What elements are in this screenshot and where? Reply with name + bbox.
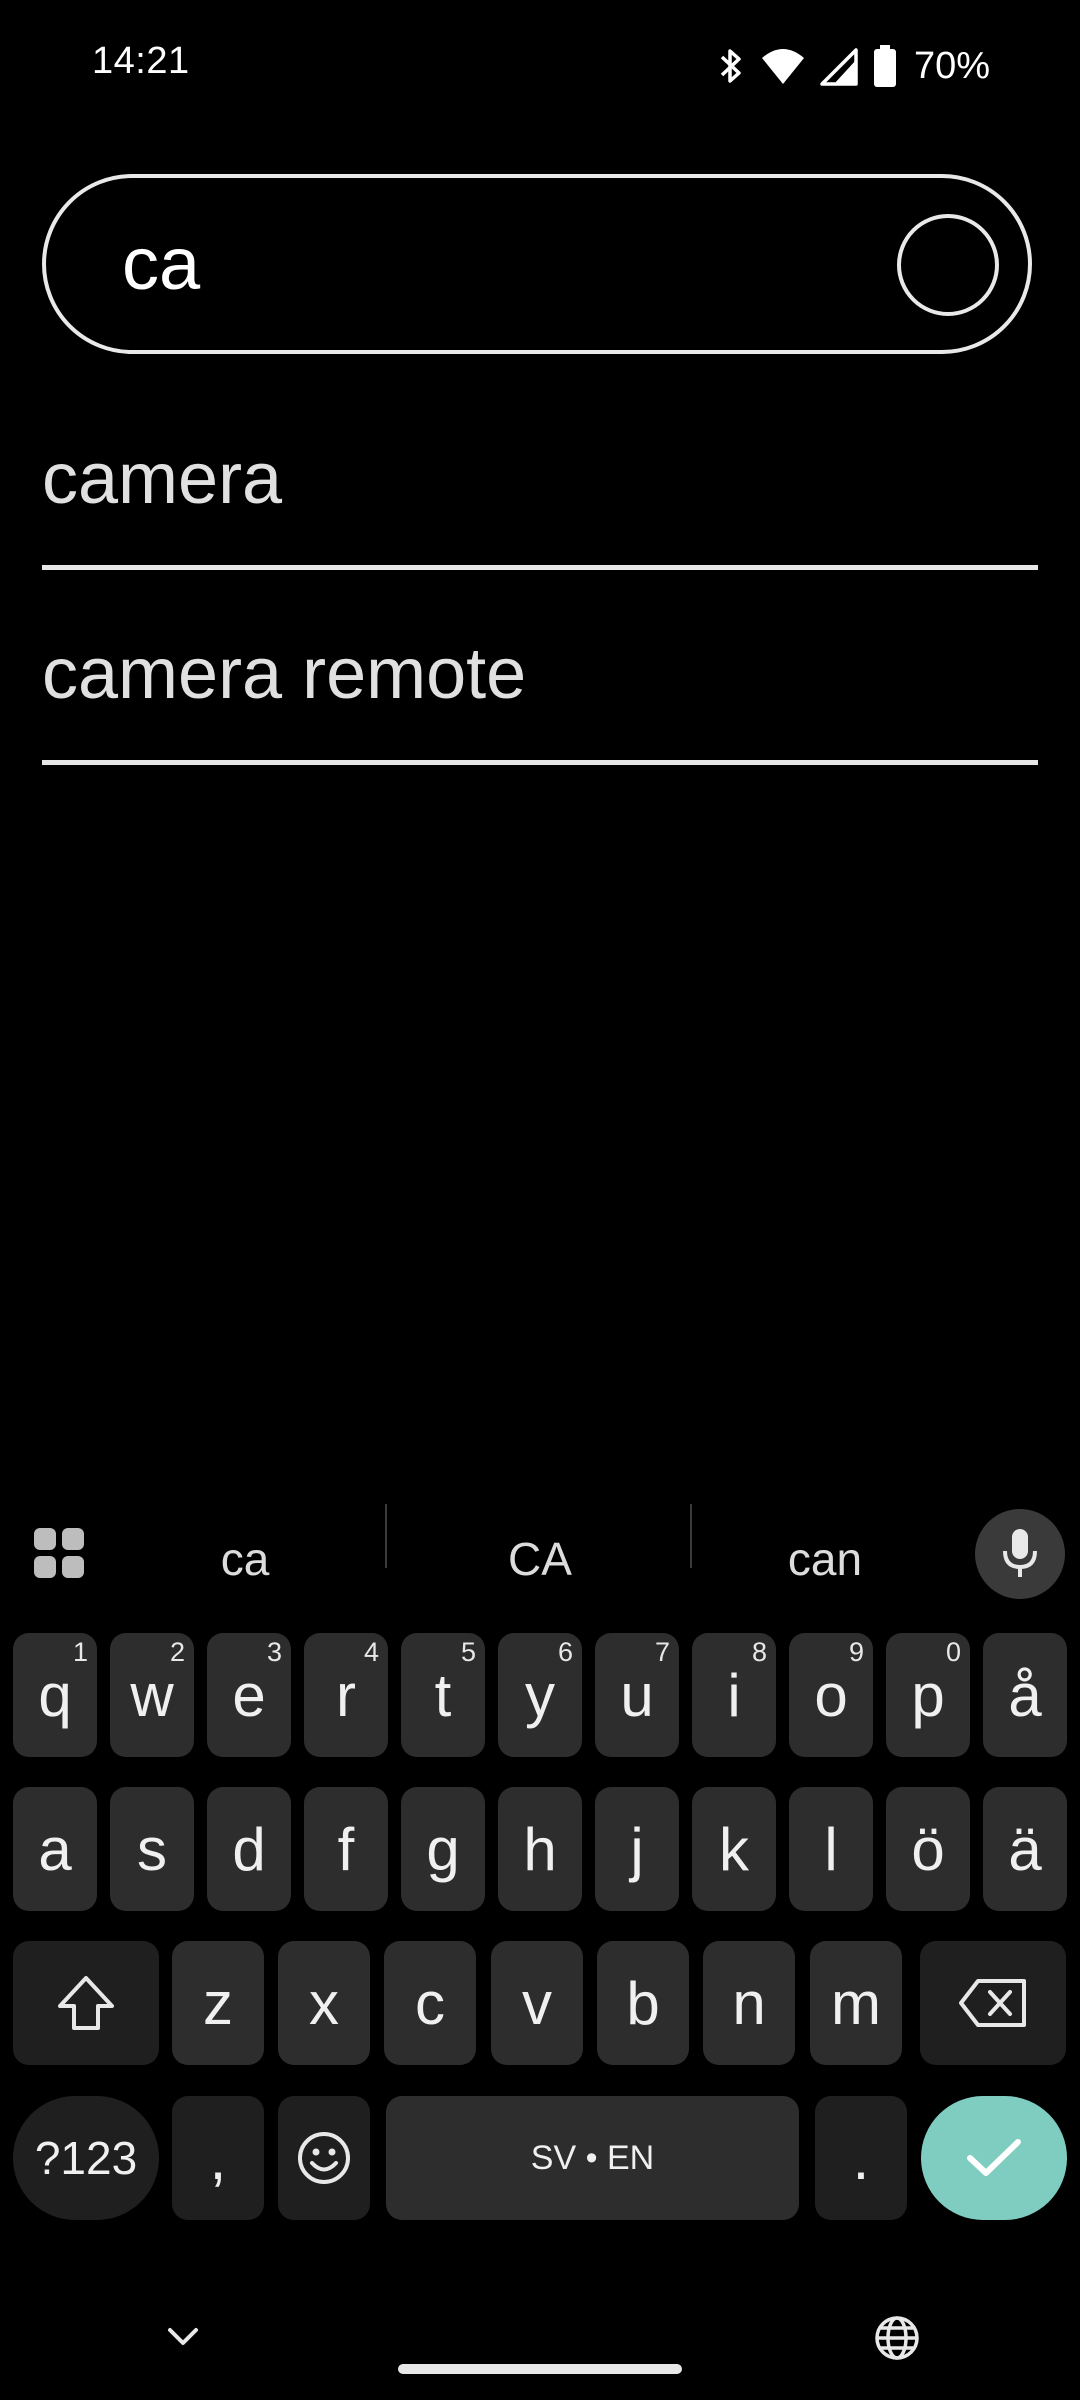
key-q[interactable]: q1	[13, 1633, 97, 1757]
enter-key[interactable]	[921, 2096, 1067, 2220]
key-hint: 7	[654, 1637, 670, 1667]
search-action-button[interactable]	[897, 214, 999, 316]
key-hint: 8	[751, 1637, 767, 1667]
bluetooth-icon	[720, 49, 741, 83]
mic-button[interactable]	[975, 1509, 1065, 1599]
key-l[interactable]: l	[789, 1787, 873, 1911]
key-j[interactable]: j	[595, 1787, 679, 1911]
keyboard: ca CA can q1 w2 e3 r4 t5 y6 u7 i8 o9 p0 …	[0, 1484, 1080, 2400]
key-h[interactable]: h	[498, 1787, 582, 1911]
suggestion-divider	[690, 1504, 692, 1568]
key-a-ring[interactable]: å	[983, 1633, 1067, 1757]
key-hint: 2	[169, 1637, 185, 1667]
emoji-key[interactable]	[278, 2096, 370, 2220]
status-icons: 70%	[716, 40, 990, 92]
suggestion-2[interactable]: CA	[420, 1524, 660, 1594]
backspace-key[interactable]	[920, 1941, 1066, 2065]
key-label: o	[814, 1661, 848, 1729]
navigation-handle[interactable]	[398, 2364, 682, 2374]
wifi-icon	[761, 49, 804, 84]
key-y[interactable]: y6	[498, 1633, 582, 1757]
key-b[interactable]: b	[597, 1941, 689, 2065]
key-v[interactable]: v	[491, 1941, 583, 2065]
key-o-umlaut[interactable]: ö	[886, 1787, 970, 1911]
key-t[interactable]: t5	[401, 1633, 485, 1757]
key-label: i	[727, 1661, 741, 1729]
key-label: p	[911, 1661, 945, 1729]
suggestion-3[interactable]: can	[710, 1524, 940, 1594]
suggestion-divider	[385, 1504, 387, 1568]
status-time: 14:21	[92, 40, 190, 82]
key-o[interactable]: o9	[789, 1633, 873, 1757]
key-c[interactable]: c	[384, 1941, 476, 2065]
search-input[interactable]	[122, 178, 902, 350]
shift-icon	[58, 1976, 114, 2030]
key-label: w	[130, 1661, 174, 1729]
key-f[interactable]: f	[304, 1787, 388, 1911]
key-d[interactable]: d	[207, 1787, 291, 1911]
emoji-icon	[298, 2132, 350, 2184]
key-p[interactable]: p0	[886, 1633, 970, 1757]
key-i[interactable]: i8	[692, 1633, 776, 1757]
backspace-icon	[959, 1979, 1026, 2027]
check-icon	[967, 2139, 1021, 2176]
chevron-down-icon[interactable]	[166, 2326, 200, 2348]
key-label: t	[434, 1661, 452, 1729]
key-a[interactable]: a	[13, 1787, 97, 1911]
key-e[interactable]: e3	[207, 1633, 291, 1757]
key-r[interactable]: r4	[304, 1633, 388, 1757]
key-hint: 4	[363, 1637, 379, 1667]
shift-key[interactable]	[13, 1941, 159, 2065]
globe-icon[interactable]	[873, 2314, 921, 2362]
key-hint: 0	[945, 1637, 961, 1667]
key-label: r	[336, 1661, 356, 1729]
key-label: e	[232, 1661, 266, 1729]
key-hint: 1	[72, 1637, 88, 1667]
space-key[interactable]: SV • EN	[386, 2096, 799, 2220]
period-key[interactable]: .	[815, 2096, 907, 2220]
key-hint: 6	[557, 1637, 573, 1667]
result-label: camera	[42, 439, 283, 519]
battery-percent: 70%	[913, 44, 990, 87]
key-label: u	[620, 1661, 654, 1729]
symbols-key[interactable]: ?123	[13, 2096, 159, 2220]
result-item-camera-remote[interactable]: camera remote	[42, 575, 1038, 765]
key-label: q	[38, 1661, 72, 1729]
key-a-umlaut[interactable]: ä	[983, 1787, 1067, 1911]
comma-key[interactable]: ,	[172, 2096, 264, 2220]
key-u[interactable]: u7	[595, 1633, 679, 1757]
result-item-camera[interactable]: camera	[42, 380, 1038, 570]
key-w[interactable]: w2	[110, 1633, 194, 1757]
grid-icon[interactable]	[32, 1526, 86, 1580]
key-g[interactable]: g	[401, 1787, 485, 1911]
search-bar[interactable]	[42, 174, 1032, 354]
key-z[interactable]: z	[172, 1941, 264, 2065]
battery-icon	[873, 45, 896, 87]
result-label: camera remote	[42, 634, 527, 714]
cellular-icon	[820, 48, 858, 86]
key-n[interactable]: n	[703, 1941, 795, 2065]
key-x[interactable]: x	[278, 1941, 370, 2065]
key-label: y	[525, 1661, 555, 1729]
key-s[interactable]: s	[110, 1787, 194, 1911]
key-k[interactable]: k	[692, 1787, 776, 1911]
key-hint: 9	[848, 1637, 864, 1667]
key-hint: 5	[460, 1637, 476, 1667]
suggestion-1[interactable]: ca	[130, 1524, 360, 1594]
key-hint: 3	[266, 1637, 282, 1667]
mic-icon	[1003, 1529, 1037, 1577]
key-m[interactable]: m	[810, 1941, 902, 2065]
key-label: å	[1008, 1661, 1042, 1729]
